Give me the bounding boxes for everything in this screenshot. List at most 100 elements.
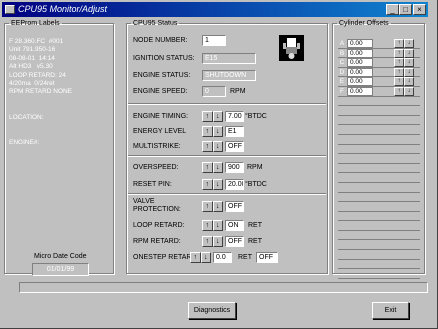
arrow-up-icon[interactable]: ↑	[202, 179, 213, 190]
exit-button[interactable]: Exit	[372, 302, 409, 319]
arrow-down-icon[interactable]: ↓	[212, 201, 223, 212]
cylinder-offset-field[interactable]: 0.00	[347, 86, 373, 96]
timing-stepper[interactable]: ↑ ↓	[202, 111, 223, 122]
cylinder-row	[338, 145, 420, 155]
cylinder-row	[338, 183, 420, 193]
reset-pin-field[interactable]: 20.00	[225, 179, 244, 190]
engine-status-field: SHUTDOWN	[202, 70, 256, 81]
arrow-down-icon[interactable]: ↓	[212, 141, 223, 152]
node-number-label: NODE NUMBER:	[133, 37, 188, 44]
cylinder-offset-field[interactable]: 0.00	[347, 67, 373, 77]
arrow-down-icon[interactable]: ↓	[404, 48, 414, 58]
arrow-down-icon[interactable]: ↓	[404, 58, 414, 68]
engine-icon	[279, 35, 304, 61]
minimize-button[interactable]: _	[386, 4, 399, 15]
eeprom-text: F 28.360.FC #001 Unit 791.950-16 08-08-0…	[9, 38, 73, 146]
arrow-up-icon[interactable]: ↑	[202, 126, 213, 137]
cylinder-stepper[interactable]: ↑ ↓	[394, 77, 414, 87]
overspeed-field[interactable]: 900	[225, 162, 244, 173]
valve-stepper[interactable]: ↑ ↓	[202, 201, 223, 212]
arrow-up-icon[interactable]: ↑	[394, 58, 404, 68]
close-button[interactable]: ×	[413, 4, 426, 15]
valve-protection-field[interactable]: OFF	[225, 201, 244, 212]
cylinder-offset-field[interactable]: 0.00	[347, 58, 373, 68]
arrow-down-icon[interactable]: ↓	[212, 220, 223, 231]
status-legend: CPU95 Status	[133, 20, 178, 27]
cylinder-stepper[interactable]: ↑ ↓	[394, 67, 414, 77]
arrow-up-icon[interactable]: ↑	[394, 48, 404, 58]
cylinder-row	[338, 269, 420, 279]
maximize-button[interactable]: □	[399, 4, 412, 15]
overspeed-label: OVERSPEED:	[133, 164, 179, 171]
cylinder-row	[338, 240, 420, 251]
separator	[128, 193, 326, 195]
arrow-down-icon[interactable]: ↓	[404, 86, 414, 96]
arrow-up-icon[interactable]: ↑	[202, 141, 213, 152]
cylinder-offset-field[interactable]: 0.00	[347, 77, 373, 87]
onestep-retard-unit: RET	[238, 254, 252, 261]
energy-level-label: ENERGY LEVEL	[133, 128, 187, 135]
arrow-up-icon[interactable]: ↑	[394, 77, 404, 87]
cylinder-offset-field[interactable]: 0.00	[347, 39, 373, 48]
arrow-up-icon[interactable]: ↑	[190, 252, 201, 263]
rpm-retard-field[interactable]: OFF	[225, 236, 244, 247]
arrow-down-icon[interactable]: ↓	[404, 39, 414, 48]
cylinder-offset-field[interactable]: 0.00	[347, 48, 373, 58]
energy-stepper[interactable]: ↑ ↓	[202, 126, 223, 137]
onestep-retard-label: ONESTEP RETARD	[133, 254, 197, 261]
rpm-retard-label: RPM RETARD:	[133, 238, 181, 245]
energy-level-field[interactable]: E1	[225, 126, 244, 137]
cylinder-stepper[interactable]: ↑ ↓	[394, 48, 414, 58]
onestep-retard-field[interactable]: 0.0	[213, 252, 232, 263]
arrow-up-icon[interactable]: ↑	[202, 201, 213, 212]
cylinder-row	[338, 193, 420, 203]
arrow-up-icon[interactable]: ↑	[394, 67, 404, 77]
loop-retard-field[interactable]: ON	[225, 220, 244, 231]
cylinder-stepper[interactable]: ↑ ↓	[394, 86, 414, 96]
eeprom-labels-group: EEProm Labels F 28.360.FC #001 Unit 791.…	[4, 20, 114, 276]
app-icon	[5, 5, 15, 14]
arrow-up-icon[interactable]: ↑	[202, 220, 213, 231]
cylinder-row	[338, 260, 420, 270]
arrow-down-icon[interactable]: ↓	[212, 179, 223, 190]
multistrike-stepper[interactable]: ↑ ↓	[202, 141, 223, 152]
cylinder-row	[338, 231, 420, 241]
rpm-retard-stepper[interactable]: ↑ ↓	[202, 236, 223, 247]
onestep-stepper[interactable]: ↑ ↓	[190, 252, 211, 263]
ignition-status-label: IGNITION STATUS:	[133, 55, 195, 62]
node-number-field[interactable]: 1	[202, 35, 226, 46]
arrow-down-icon[interactable]: ↓	[404, 67, 414, 77]
arrow-up-icon[interactable]: ↑	[202, 111, 213, 122]
cylinder-row	[338, 154, 420, 164]
reset-pin-stepper[interactable]: ↑ ↓	[202, 179, 223, 190]
arrow-down-icon[interactable]: ↓	[212, 126, 223, 137]
multistrike-field[interactable]: OFF	[225, 141, 244, 152]
arrow-down-icon[interactable]: ↓	[212, 236, 223, 247]
window-title: CPU95 Monitor/Adjust	[18, 4, 108, 14]
arrow-down-icon[interactable]: ↓	[200, 252, 211, 263]
cylinder-label: F	[340, 87, 344, 95]
arrow-down-icon[interactable]: ↓	[212, 162, 223, 173]
loop-retard-stepper[interactable]: ↑ ↓	[202, 220, 223, 231]
arrow-up-icon[interactable]: ↑	[394, 86, 404, 96]
cylinder-label: A	[339, 40, 345, 47]
engine-speed-label: ENGINE SPEED:	[133, 88, 188, 95]
cylinder-stepper[interactable]: ↑ ↓	[394, 39, 414, 48]
cylinder-row	[338, 106, 420, 116]
engine-timing-unit: °BTDC	[245, 113, 267, 120]
eeprom-legend: EEProm Labels	[11, 20, 60, 27]
separator	[128, 103, 326, 105]
diagnostics-button[interactable]: Diagnostics	[188, 302, 236, 319]
title-bar[interactable]: CPU95 Monitor/Adjust _ □ ×	[2, 2, 428, 17]
cylinder-label: D	[339, 68, 345, 76]
cylinder-label: C	[339, 59, 345, 67]
overspeed-stepper[interactable]: ↑ ↓	[202, 162, 223, 173]
arrow-down-icon[interactable]: ↓	[404, 77, 414, 87]
arrow-up-icon[interactable]: ↑	[202, 162, 213, 173]
arrow-up-icon[interactable]: ↑	[394, 39, 404, 48]
arrow-down-icon[interactable]: ↓	[212, 111, 223, 122]
arrow-up-icon[interactable]: ↑	[202, 236, 213, 247]
cylinder-stepper[interactable]: ↑ ↓	[394, 58, 414, 68]
engine-timing-field[interactable]: 7.00	[225, 111, 244, 122]
rpm-retard-unit: RET	[248, 238, 262, 245]
